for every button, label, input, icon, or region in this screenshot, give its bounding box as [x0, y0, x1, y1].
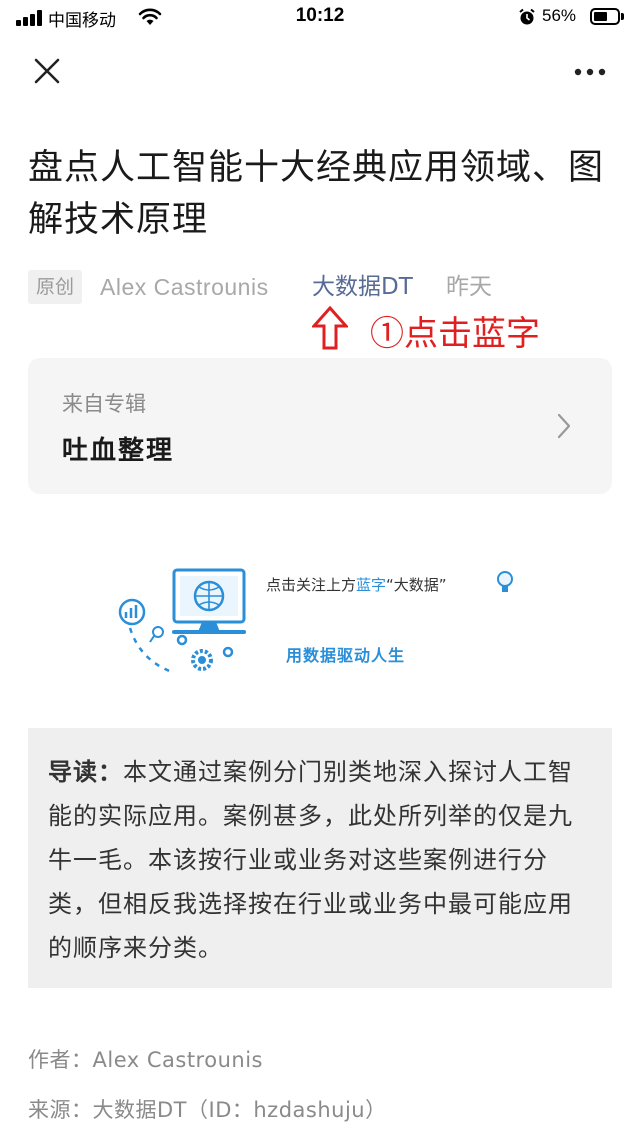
- battery-icon: [590, 8, 620, 25]
- publish-date: 昨天: [446, 274, 492, 300]
- lightbulb-icon: [497, 571, 513, 592]
- intro-box: 导读：本文通过案例分门别类地深入探讨人工智能的实际应用。案例甚多，此处所列举的仅…: [28, 728, 612, 988]
- battery-tip: [621, 13, 624, 20]
- annotation-text: ①点击蓝字: [370, 314, 540, 354]
- original-badge: 原创: [28, 270, 83, 304]
- banner-slogan: 用数据驱动人生: [286, 646, 406, 665]
- more-icon[interactable]: [568, 56, 616, 88]
- chevron-right-icon: [557, 413, 571, 439]
- source-line: 来源：大数据DT（ID：hzdashuju）: [28, 1098, 387, 1122]
- album-card[interactable]: 来自专辑 吐血整理: [28, 358, 612, 494]
- up-arrow-icon: [312, 306, 348, 350]
- follow-banner: 点击关注上方蓝字“大数据” 用数据驱动人生: [110, 560, 530, 680]
- intro-body: 本文通过案例分门别类地深入探讨人工智能的实际应用。案例甚多，此处所列举的仅是九牛…: [48, 758, 573, 962]
- banner-tagline: 点击关注上方蓝字“大数据”: [266, 576, 447, 594]
- account-link[interactable]: 大数据DT: [312, 270, 413, 304]
- album-name: 吐血整理: [62, 436, 175, 466]
- battery-percent: 56%: [542, 6, 577, 25]
- close-icon[interactable]: [28, 52, 68, 92]
- intro-lead: 导读：: [48, 758, 123, 786]
- intro-text: 导读：本文通过案例分门别类地深入探讨人工智能的实际应用。案例甚多，此处所列举的仅…: [48, 750, 584, 970]
- data-illustration-icon: [118, 568, 246, 674]
- author-line: 作者：Alex Castrounis: [28, 1048, 263, 1072]
- article-title: 盘点人工智能十大经典应用领域、图解技术原理: [28, 148, 605, 240]
- album-label: 来自专辑: [62, 392, 146, 416]
- alarm-icon: [519, 8, 535, 25]
- author-name: Alex Castrounis: [100, 274, 269, 300]
- status-bar: 中国移动 10:12 56%: [0, 0, 640, 36]
